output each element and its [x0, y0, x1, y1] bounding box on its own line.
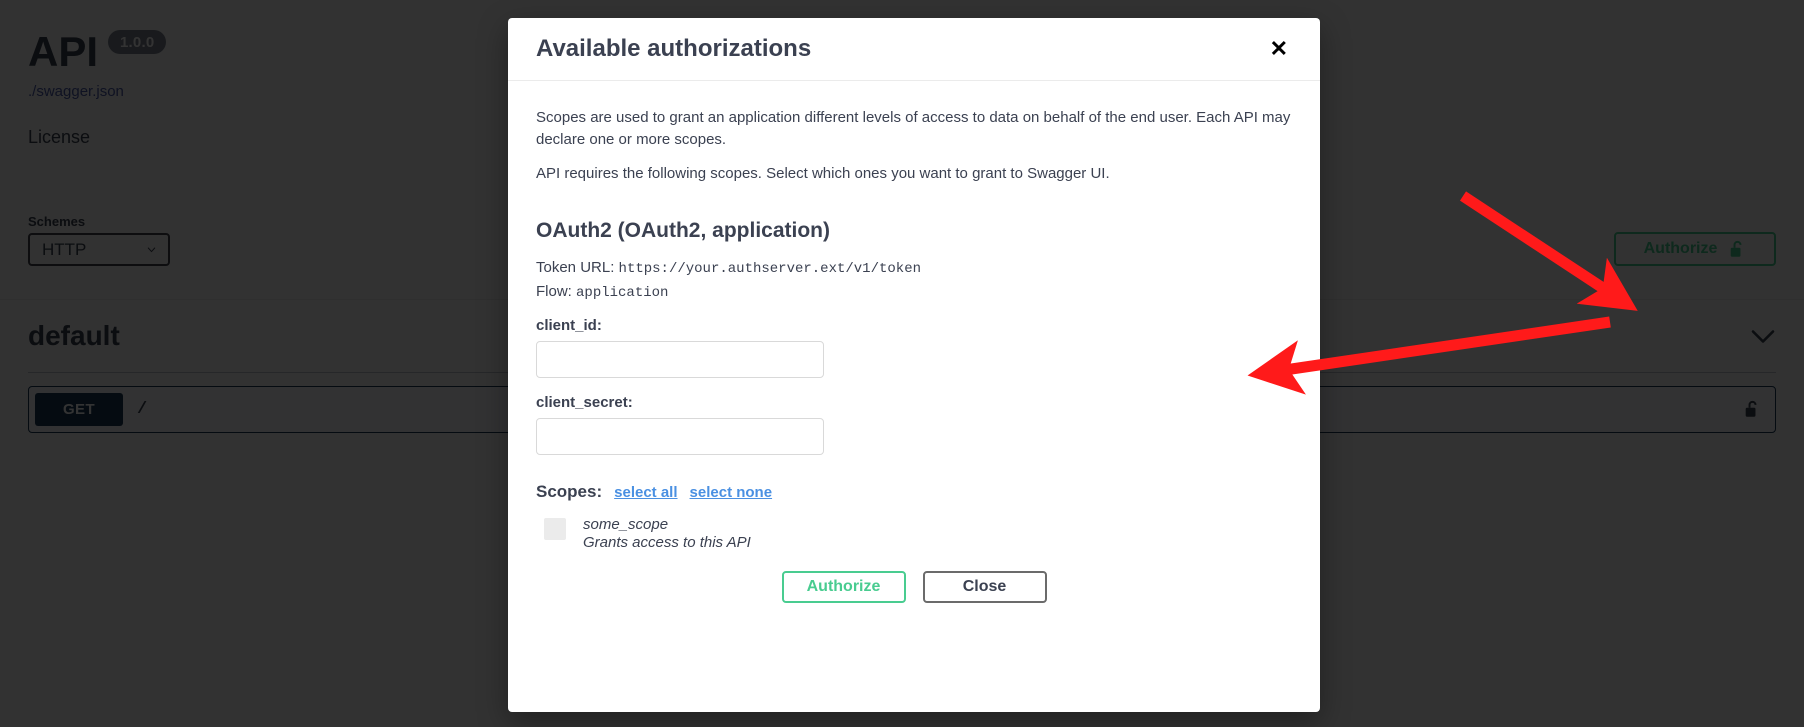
scope-item: some_scope Grants access to this API — [540, 516, 1292, 551]
scope-name: some_scope — [583, 515, 669, 533]
client-secret-label: client_secret: — [536, 393, 633, 411]
modal-authorize-button[interactable]: Authorize — [781, 570, 906, 603]
scopes-label: Scopes: — [536, 481, 603, 501]
select-all-link[interactable]: select all — [614, 484, 677, 501]
select-none-link[interactable]: select none — [690, 484, 773, 501]
scopes-header: Scopes: select all select none — [536, 482, 1292, 502]
authorizations-modal: Available authorizations ✕ Scopes are us… — [508, 18, 1320, 712]
token-url-value: https://your.authserver.ext/v1/token — [618, 260, 921, 277]
security-scheme-heading: OAuth2 (OAuth2, application) — [536, 218, 830, 242]
client-secret-input[interactable] — [536, 417, 824, 455]
modal-header: Available authorizations ✕ — [508, 18, 1320, 81]
flow-label: Flow: — [536, 282, 572, 300]
scopes-description-1: Scopes are used to grant an application … — [536, 109, 1291, 148]
flow-row: Flow: application — [536, 283, 1292, 301]
modal-close-button[interactable]: Close — [922, 570, 1047, 603]
token-url-label: Token URL: — [536, 258, 615, 276]
client-id-label: client_id: — [536, 316, 602, 334]
scopes-description-2: API requires the following scopes. Selec… — [536, 164, 1110, 182]
token-url-row: Token URL: https://your.authserver.ext/v… — [536, 259, 1292, 277]
flow-value: application — [576, 284, 669, 301]
modal-footer: Authorize Close — [536, 551, 1292, 603]
scope-description: Grants access to this API — [583, 533, 751, 551]
modal-body: Scopes are used to grant an application … — [508, 81, 1320, 712]
scope-checkbox[interactable] — [544, 517, 566, 540]
modal-title: Available authorizations — [536, 35, 812, 62]
client-id-input[interactable] — [536, 340, 824, 378]
scope-text-block: some_scope Grants access to this API — [583, 516, 751, 551]
close-icon[interactable]: ✕ — [1264, 34, 1294, 64]
